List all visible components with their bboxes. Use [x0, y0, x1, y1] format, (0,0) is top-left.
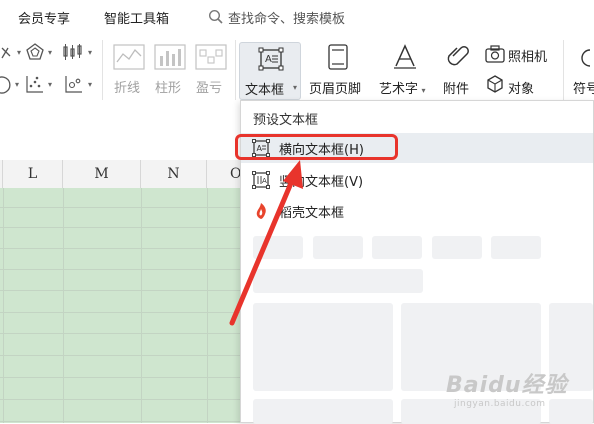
menu-smart-toolbox[interactable]: 智能工具箱 [104, 8, 169, 27]
sparkline-column-icon[interactable] [154, 44, 186, 70]
chevron-down-icon: ▾ [293, 83, 298, 92]
svg-text:A: A [265, 54, 272, 65]
docer-textbox-label: 稻壳文本框 [279, 205, 345, 221]
sparkline-column-label: 柱形 [155, 81, 182, 96]
chevron-down-icon: ▾ [88, 80, 93, 89]
column-header-m[interactable]: M [63, 160, 141, 188]
search-placeholder: 查找命令、搜索模板 [228, 11, 346, 27]
loading-placeholder [253, 269, 423, 293]
command-search[interactable]: 查找命令、搜索模板 [208, 7, 345, 27]
menu-vip[interactable]: 会员专享 [18, 8, 70, 27]
dropdown-header: 预设文本框 [253, 112, 319, 128]
cell-grid[interactable] [0, 188, 240, 423]
sparkline-line-icon[interactable] [113, 44, 145, 70]
baidu-watermark: Baidu经验 jingyan.baidu.com [446, 367, 586, 417]
watermark-main: Baidu经验 [446, 373, 568, 398]
ribbon-separator [235, 40, 236, 100]
column-header-row: L M N O [0, 160, 267, 189]
radar-chart-icon[interactable] [25, 42, 45, 62]
loading-placeholder [372, 236, 422, 259]
svg-text:A: A [262, 177, 267, 185]
loading-placeholder [253, 303, 393, 391]
paperclip-icon[interactable] [446, 44, 470, 70]
chevron-down-icon: ▾ [15, 80, 20, 89]
sparkline-winloss-icon[interactable] [195, 44, 227, 70]
loading-placeholder [313, 236, 363, 259]
ribbon-separator [102, 40, 103, 100]
textbox-icon: A [258, 47, 284, 71]
header-footer-label[interactable]: 页眉页脚 [309, 78, 361, 97]
symbol-label[interactable]: 符号 [573, 78, 594, 97]
attachment-label[interactable]: 附件 [443, 78, 469, 97]
loading-placeholder [491, 236, 541, 259]
menu-item-vertical-textbox[interactable]: A 竖向文本框(V) [241, 165, 593, 195]
wordart-icon[interactable] [392, 44, 418, 70]
sparkline-line-label: 折线 [114, 81, 141, 96]
docer-logo-icon [256, 203, 266, 219]
textbox-button[interactable]: A 文本框 ▾ [239, 42, 301, 100]
watermark-sub: jingyan.baidu.com [454, 399, 546, 409]
vertical-textbox-label: 竖向文本框(V) [279, 174, 364, 190]
chevron-down-icon: ▾ [17, 48, 22, 57]
stock-chart-icon[interactable] [62, 42, 84, 62]
object-icon[interactable] [485, 74, 505, 94]
column-header-n[interactable]: N [141, 160, 207, 188]
chevron-down-icon: ▾ [48, 80, 53, 89]
textbox-label: 文本框 [245, 83, 285, 98]
wordart-label[interactable]: 艺术字 ▾ [379, 78, 426, 97]
menu-item-docer-textbox[interactable]: 稻壳文本框 [241, 196, 593, 226]
camera-icon[interactable] [485, 45, 505, 63]
scatter-chart-icon[interactable] [0, 44, 18, 62]
column-header-l[interactable]: L [3, 160, 63, 188]
loading-placeholder [253, 236, 303, 259]
scatter-dots-icon[interactable] [25, 74, 45, 94]
symbol-icon[interactable] [574, 46, 594, 70]
search-icon [208, 9, 223, 24]
header-footer-icon[interactable] [327, 44, 349, 70]
highlight-rectangle [235, 134, 398, 160]
pie-chart-icon[interactable] [0, 76, 14, 94]
loading-placeholder [253, 399, 393, 424]
chevron-down-icon: ▾ [48, 48, 53, 57]
vertical-textbox-icon: A [252, 171, 270, 189]
loading-placeholder [432, 236, 482, 259]
chevron-down-icon: ▾ [88, 48, 93, 57]
camera-label[interactable]: 照相机 [508, 46, 547, 65]
bubble-chart-icon[interactable] [64, 74, 84, 94]
object-label[interactable]: 对象 [508, 78, 534, 97]
menu-bar: 会员专享 智能工具箱 查找命令、搜索模板 [0, 0, 594, 34]
ribbon-separator [563, 40, 564, 100]
sparkline-winloss-label: 盈亏 [196, 81, 223, 96]
